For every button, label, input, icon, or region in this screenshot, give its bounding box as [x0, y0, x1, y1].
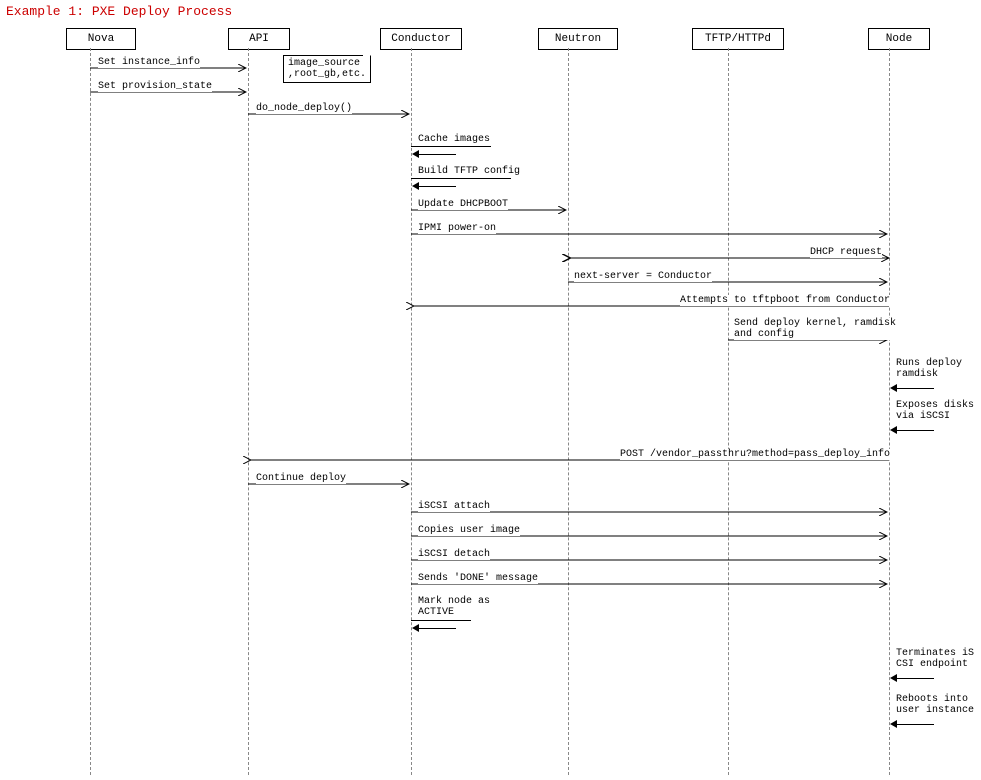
lifeline-nova [90, 48, 91, 775]
msg-set-provision-state: Set provision_state [98, 81, 212, 92]
lifeline-api [248, 48, 249, 775]
msg-continue-deploy: Continue deploy [256, 473, 346, 484]
msg-build-tftp-config: Build TFTP config [418, 166, 520, 177]
participant-node: Node [868, 28, 930, 50]
msg-attempts-tftp: Attempts to tftpboot from Conductor [680, 295, 890, 306]
msg-cache-images: Cache images [418, 134, 490, 145]
msg-send-deploy-kernel: Send deploy kernel, ramdisk and config [734, 318, 896, 340]
msg-post-vendor: POST /vendor_passthru?method=pass_deploy… [620, 449, 890, 460]
participant-nova: Nova [66, 28, 136, 50]
participant-neutron: Neutron [538, 28, 618, 50]
participant-tftp: TFTP/HTTPd [692, 28, 784, 50]
diagram-title: Example 1: PXE Deploy Process [6, 4, 232, 19]
msg-exposes-disks: Exposes disks via iSCSI [896, 400, 974, 422]
sequence-diagram: Example 1: PXE Deploy Process Nova API C… [0, 0, 981, 780]
msg-terminates-iscsi: Terminates iS CSI endpoint [896, 648, 974, 670]
msg-ipmi-power-on: IPMI power-on [418, 223, 496, 234]
lifeline-tftp [728, 48, 729, 775]
msg-mark-node-active: Mark node as ACTIVE [418, 596, 490, 618]
msg-next-server: next-server = Conductor [574, 271, 712, 282]
participant-api: API [228, 28, 290, 50]
msg-set-instance-info: Set instance_info [98, 57, 200, 68]
msg-reboots-into: Reboots into user instance [896, 694, 974, 716]
lifeline-node [889, 48, 890, 775]
msg-sends-done: Sends 'DONE' message [418, 573, 538, 584]
msg-update-dhcpboot: Update DHCPBOOT [418, 199, 508, 210]
lifeline-neutron [568, 48, 569, 775]
participant-conductor: Conductor [380, 28, 462, 50]
msg-runs-deploy-ramdisk: Runs deploy ramdisk [896, 358, 962, 380]
msg-iscsi-attach: iSCSI attach [418, 501, 490, 512]
msg-do-node-deploy: do_node_deploy() [256, 103, 352, 114]
msg-copies-user-image: Copies user image [418, 525, 520, 536]
msg-iscsi-detach: iSCSI detach [418, 549, 490, 560]
msg-dhcp-request: DHCP request [810, 247, 882, 258]
note-image-source: image_source ,root_gb,etc. [283, 55, 371, 83]
